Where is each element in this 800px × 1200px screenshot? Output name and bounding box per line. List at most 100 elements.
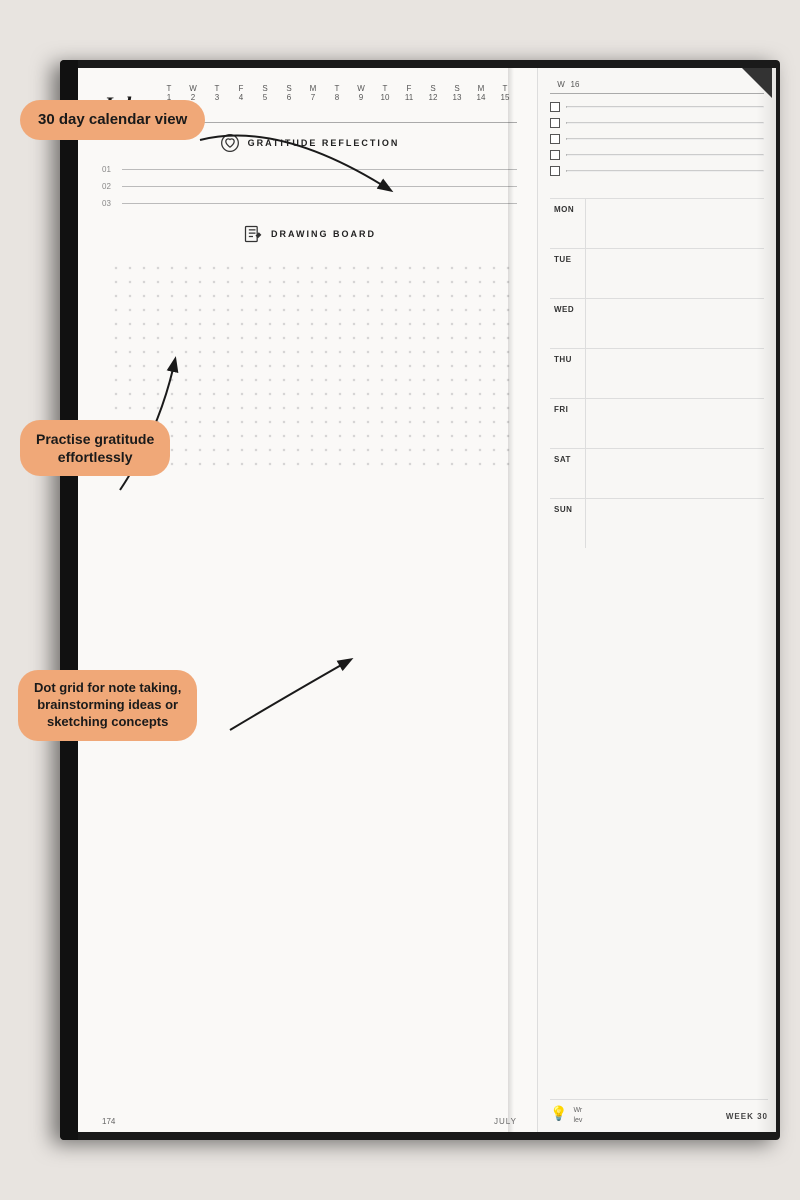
day-label-thu: THU (550, 349, 585, 398)
drawing-board-header: DRAWING BOARD (102, 224, 517, 244)
checkbox-4[interactable] (550, 150, 560, 160)
checkbox-3[interactable] (550, 134, 560, 144)
day-row-sat: SAT (550, 448, 764, 498)
day-letter: W (181, 84, 205, 93)
day-number: 3 (205, 93, 229, 102)
callout-gratitude: Practise gratitude effortlessly (20, 420, 170, 476)
day-letter: W (349, 84, 373, 93)
book-spine (60, 60, 78, 1140)
day-letter: M (469, 84, 493, 93)
day-number: 10 (373, 93, 397, 102)
week-schedule: MON TUE WED THU FRI (550, 198, 764, 1120)
gratitude-line-3: 03 (102, 199, 517, 208)
day-number: 13 (445, 93, 469, 102)
checkbox-1[interactable] (550, 102, 560, 112)
day-row-fri: FRI (550, 398, 764, 448)
week-text: Wrlev (573, 1106, 582, 1126)
day-label-mon: MON (550, 199, 585, 248)
day-content-tue (585, 249, 764, 298)
line-rule-2 (122, 186, 517, 187)
right-cal-letter: W (554, 80, 568, 89)
day-letters-row: TWTFSSMTWTFSSMT (157, 84, 517, 93)
left-page-footer: 174 JULY (102, 1117, 517, 1126)
day-row-wed: WED (550, 298, 764, 348)
check-line-4 (566, 154, 764, 156)
day-number: 8 (325, 93, 349, 102)
day-letter: T (493, 84, 517, 93)
day-label-tue: TUE (550, 249, 585, 298)
line-rule-3 (122, 203, 517, 204)
day-row-mon: MON (550, 198, 764, 248)
day-letter: F (229, 84, 253, 93)
day-content-mon (585, 199, 764, 248)
book-pages: July TWTFSSMTWTFSSMT 1234567891011121314… (78, 68, 776, 1132)
right-calendar-header: W 16 (550, 80, 764, 89)
bulb-icon: 💡 (550, 1106, 567, 1123)
right-edge-shadow (756, 68, 776, 1132)
right-cal-num: 16 (568, 80, 582, 89)
day-letter: S (445, 84, 469, 93)
day-number: 11 (397, 93, 421, 102)
gratitude-line-1: 01 (102, 165, 517, 174)
page-number: 174 (102, 1117, 115, 1126)
day-number: 15 (493, 93, 517, 102)
day-letter: T (205, 84, 229, 93)
day-label-sun: SUN (550, 499, 585, 548)
day-letter: F (397, 84, 421, 93)
callout-2-line1: Practise gratitude (36, 431, 154, 447)
day-row-thu: THU (550, 348, 764, 398)
right-page: W 16 (538, 68, 776, 1132)
check-row-2 (550, 118, 764, 128)
day-row-sun: SUN (550, 498, 764, 548)
day-content-wed (585, 299, 764, 348)
check-row-3 (550, 134, 764, 144)
check-line-2 (566, 122, 764, 124)
day-number: 5 (253, 93, 277, 102)
day-letter: S (421, 84, 445, 93)
day-letter: T (373, 84, 397, 93)
day-content-thu (585, 349, 764, 398)
check-row-1 (550, 102, 764, 112)
gratitude-title: GRATITUDE REFLECTION (248, 138, 400, 148)
day-label-wed: WED (550, 299, 585, 348)
calendar-days: TWTFSSMTWTFSSMT 123456789101112131415 (157, 84, 517, 102)
callout-30-day: 30 day calendar view (20, 100, 205, 140)
drawing-board-title: DRAWING BOARD (271, 229, 376, 239)
day-content-sat (585, 449, 764, 498)
callout-dot-grid: Dot grid for note taking, brainstorming … (18, 670, 197, 741)
day-number: 6 (277, 93, 301, 102)
callout-3-line1: Dot grid for note taking, (34, 680, 181, 695)
book: July TWTFSSMTWTFSSMT 1234567891011121314… (60, 60, 780, 1140)
left-page: July TWTFSSMTWTFSSMT 1234567891011121314… (78, 68, 538, 1132)
gratitude-lines: 01 02 03 (102, 165, 517, 208)
pencil-icon (243, 224, 263, 244)
day-row-tue: TUE (550, 248, 764, 298)
right-page-footer: 💡 Wrlev WEEK 30 (550, 1099, 768, 1126)
check-line-5 (566, 170, 764, 172)
day-label-sat: SAT (550, 449, 585, 498)
callout-3-line3: sketching concepts (47, 714, 168, 729)
callout-1-text: 30 day calendar view (38, 111, 187, 128)
line-num-2: 02 (102, 182, 116, 191)
page-month: JULY (494, 1117, 517, 1126)
checklist-area (550, 102, 764, 182)
check-row-4 (550, 150, 764, 160)
right-footer-content: 💡 Wrlev WEEK 30 (550, 1099, 768, 1126)
check-row-5 (550, 166, 764, 176)
gratitude-line-2: 02 (102, 182, 517, 191)
check-line-3 (566, 138, 764, 140)
day-letter: M (301, 84, 325, 93)
line-rule-1 (122, 169, 517, 170)
day-number: 9 (349, 93, 373, 102)
callout-2-line2: effortlessly (58, 449, 133, 465)
checkbox-5[interactable] (550, 166, 560, 176)
callout-3-line2: brainstorming ideas or (37, 697, 178, 712)
line-num-3: 03 (102, 199, 116, 208)
week-info: 💡 Wrlev (550, 1106, 582, 1126)
day-letter: T (325, 84, 349, 93)
day-letter: T (157, 84, 181, 93)
day-number: 4 (229, 93, 253, 102)
checkbox-2[interactable] (550, 118, 560, 128)
day-letter: S (277, 84, 301, 93)
right-cal-divider (550, 93, 764, 94)
